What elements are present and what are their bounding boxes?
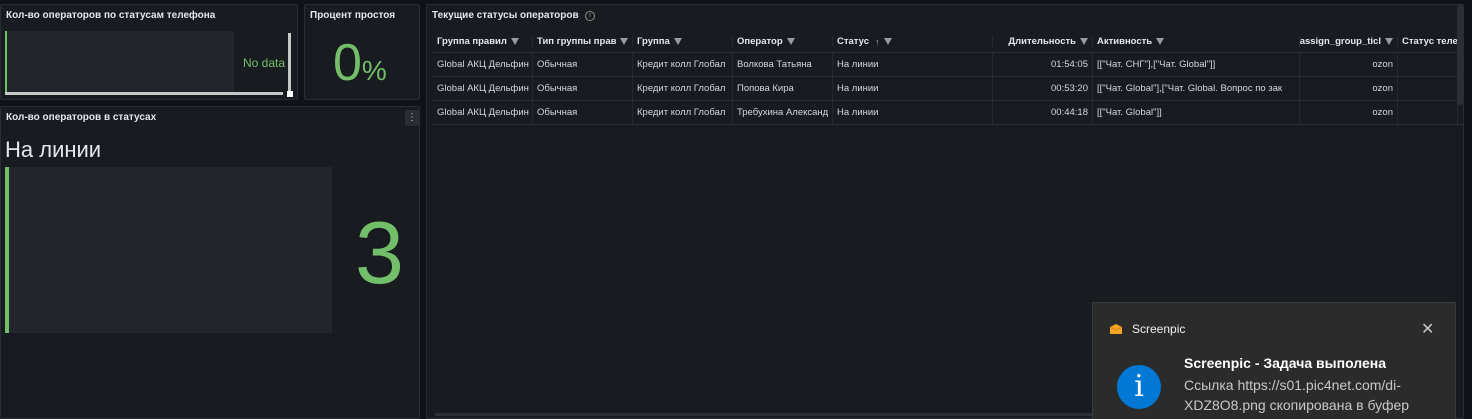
table-cell [1398,77,1458,100]
column-label: Группа правил [437,36,507,47]
vertical-scrollbar[interactable] [1457,5,1463,105]
table-row[interactable]: Global АКЦ Дельфин Обычная Кредит колл Г… [433,53,1463,77]
table-cell: Требухина Александ [733,101,833,124]
status-count-panel: Кол-во операторов в статусах ⋮ На линии … [0,106,420,419]
panel-title: Кол-во операторов по статусам телефона [6,10,216,21]
table-cell: [["Чат. Global"],["Чат. Global. Вопрос п… [1093,77,1300,100]
phone-status-panel: Кол-во операторов по статусам телефона N… [0,4,298,100]
operators-table: Группа правил Тип группы прав Группа Опе… [433,31,1463,125]
vertical-scrollbar[interactable] [288,33,291,91]
column-header[interactable]: Оператор [733,36,833,47]
toast-notification[interactable]: Screenpic ✕ i Screenpic - Задача выполен… [1092,302,1456,419]
column-header[interactable]: Группа [633,36,733,47]
table-cell: Global АКЦ Дельфин [433,101,533,124]
filter-icon[interactable] [673,38,682,45]
panel-menu-icon[interactable]: ⋮ [405,110,419,126]
table-cell: Кредит колл Глобал [633,53,733,76]
table-cell: Обычная [533,77,633,100]
column-header[interactable]: Статус теле [1398,36,1458,47]
table-cell: Global АКЦ Дельфин [433,77,533,100]
column-header[interactable]: Длительность [993,36,1093,47]
column-label: Длительность [1008,36,1076,47]
column-header[interactable]: Группа правил [433,36,533,47]
column-header[interactable]: assign_group_ticl [1300,36,1398,47]
idle-percent-panel: Процент простоя 0% [304,4,420,100]
column-label: Активность [1097,36,1153,47]
table-header: Группа правил Тип группы прав Группа Опе… [433,31,1463,53]
toast-body: Ссылка https://s01.pic4net.com/di-XDZ8O8… [1184,377,1410,419]
table-cell [1398,53,1458,76]
table-cell: Кредит колл Глобал [633,77,733,100]
panel-title: Текущие статусы операторов [432,10,579,21]
column-header[interactable]: Статус ↑ [833,36,993,47]
horizontal-scrollbar[interactable] [5,92,283,95]
horizontal-scrollbar[interactable] [435,413,1115,416]
filter-icon[interactable] [510,38,519,45]
resize-handle[interactable] [287,91,293,97]
column-header[interactable]: Тип группы прав [533,36,633,47]
column-label: assign_group_ticl [1300,36,1381,47]
table-cell: [["Чат. СНГ"],["Чат. Global"]] [1093,53,1300,76]
filter-icon[interactable] [1156,38,1165,45]
table-cell [1398,101,1458,124]
table-cell: Обычная [533,53,633,76]
filter-icon[interactable] [883,38,892,45]
stat-value: 0 [333,34,362,92]
filter-icon[interactable] [786,38,795,45]
app-name: Screenpic [1132,322,1186,336]
state-count: 3 [355,203,404,302]
table-cell: Кредит колл Глобал [633,101,733,124]
filter-icon[interactable] [620,38,629,45]
table-cell: Global АКЦ Дельфин [433,53,533,76]
table-cell: ozon [1300,77,1398,100]
column-label: Статус [837,36,870,47]
table-cell: 00:44:18 [993,101,1093,124]
sort-asc-icon[interactable]: ↑ [875,37,880,47]
panel-title: Процент простоя [310,10,396,21]
column-label: Оператор [737,36,783,47]
filter-icon[interactable] [1080,38,1088,45]
idle-percent-stat: 0% [333,35,387,99]
state-bar [5,167,332,333]
no-data-label: No data [243,56,286,70]
close-icon[interactable]: ✕ [1421,319,1434,339]
info-icon: i [1117,365,1161,409]
table-row[interactable]: Global АКЦ Дельфин Обычная Кредит колл Г… [433,77,1463,101]
table-row[interactable]: Global АКЦ Дельфин Обычная Кредит колл Г… [433,101,1463,125]
column-label: Тип группы прав [537,36,617,47]
stat-unit: % [361,55,387,86]
table-cell: На линии [833,101,993,124]
state-label: На линии [5,137,102,162]
table-cell: ozon [1300,53,1398,76]
table-cell: На линии [833,53,993,76]
column-header[interactable]: Активность [1093,36,1300,47]
table-cell: ozon [1300,101,1398,124]
phone-status-plot [5,31,234,94]
table-cell: На линии [833,77,993,100]
table-cell: Попова Кира [733,77,833,100]
screenpic-logo-icon [1109,324,1123,334]
column-label: Группа [637,36,670,47]
table-cell: Обычная [533,101,633,124]
table-cell: 00:53:20 [993,77,1093,100]
table-cell: 01:54:05 [993,53,1093,76]
panel-title: Кол-во операторов в статусах [6,112,157,123]
column-label: Статус теле [1402,36,1458,47]
table-cell: [["Чат. Global"]] [1093,101,1300,124]
table-cell: Волкова Татьяна [733,53,833,76]
toast-title: Screenpic - Задача выполена [1184,355,1387,371]
info-icon[interactable]: i [585,11,595,21]
filter-icon[interactable] [1385,38,1393,45]
